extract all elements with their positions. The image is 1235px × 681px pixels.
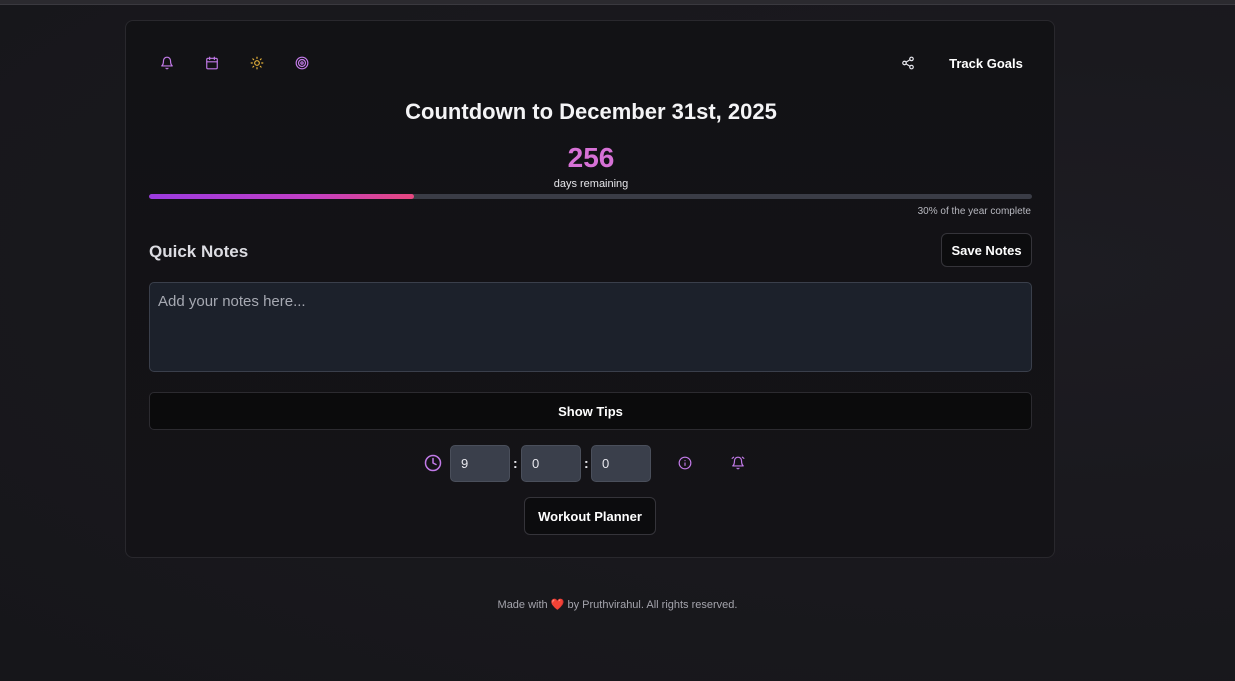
footer-suffix: by Pruthvirahul. All rights reserved. (567, 599, 738, 611)
heart-icon: ❤️ (550, 599, 565, 611)
share-icon[interactable] (894, 49, 922, 77)
time-separator: : (584, 455, 589, 471)
seconds-input[interactable] (591, 445, 651, 482)
year-progress-text: 30% of the year complete (917, 206, 1031, 217)
bell-icon[interactable] (153, 49, 181, 77)
footer-prefix: Made with (497, 599, 548, 611)
year-progress-bar (149, 194, 1032, 199)
info-icon[interactable] (671, 449, 699, 477)
clock-icon (419, 449, 447, 477)
days-remaining-label: days remaining (553, 178, 629, 190)
countdown-title: Countdown to December 31st, 2025 (405, 99, 777, 124)
workout-planner-button[interactable]: Workout Planner (524, 497, 656, 535)
countdown-card: Track Goals Countdown to December 31st, … (125, 20, 1055, 558)
minutes-input[interactable] (521, 445, 581, 482)
save-notes-button[interactable]: Save Notes (941, 233, 1032, 267)
browser-top-border (0, 0, 1235, 5)
quick-notes-heading: Quick Notes (149, 242, 249, 261)
alarm-bell-icon[interactable] (724, 449, 752, 477)
sun-icon[interactable] (243, 49, 271, 77)
footer: Made with ❤️ by Pruthvirahul. All rights… (0, 598, 1235, 611)
notes-textarea[interactable] (149, 282, 1032, 372)
show-tips-button[interactable]: Show Tips (149, 392, 1032, 430)
year-progress-fill (149, 194, 414, 199)
days-remaining-count: 256 (567, 142, 615, 173)
track-goals-button[interactable]: Track Goals (936, 49, 1036, 77)
target-icon[interactable] (288, 49, 316, 77)
hours-input[interactable] (450, 445, 510, 482)
calendar-icon[interactable] (198, 49, 226, 77)
time-separator: : (513, 455, 518, 471)
